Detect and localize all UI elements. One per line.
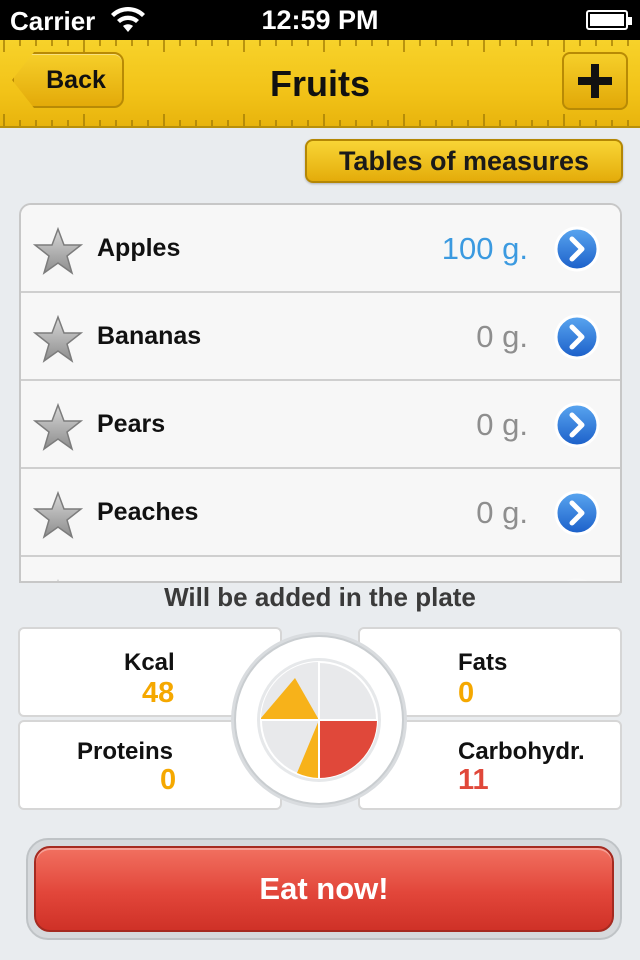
- item-name: Peaches: [97, 498, 199, 526]
- chevron-right-icon[interactable]: [554, 490, 600, 536]
- kcal-value: 48: [142, 677, 175, 709]
- status-bar: Carrier 12:59 PM: [0, 0, 640, 40]
- chevron-right-icon[interactable]: [554, 314, 600, 360]
- eat-now-button[interactable]: Eat now!: [34, 846, 614, 932]
- list-item[interactable]: Apples 100 g.: [21, 205, 620, 293]
- list-item-partial[interactable]: [21, 557, 620, 581]
- summary-title: Will be added in the plate: [164, 582, 476, 612]
- star-icon[interactable]: [33, 491, 83, 539]
- fruit-list: Apples 100 g. Bananas 0 g. Pears 0 g. Pe…: [19, 203, 622, 583]
- back-button[interactable]: Back: [12, 52, 124, 108]
- star-icon[interactable]: [33, 227, 83, 275]
- plate-chart: [231, 632, 407, 808]
- carbs-value: 11: [458, 764, 489, 796]
- battery-icon: [586, 10, 632, 30]
- item-amount: 0 g.: [476, 407, 528, 442]
- fats-label: Fats: [458, 649, 508, 676]
- proteins-value: 0: [160, 764, 177, 796]
- ruler-bottom-decoration: [3, 114, 629, 126]
- item-name: Bananas: [97, 322, 202, 350]
- carbs-label: Carbohydr.: [458, 738, 585, 765]
- tables-of-measures-button[interactable]: Tables of measures: [305, 139, 623, 183]
- list-item[interactable]: Bananas 0 g.: [21, 293, 620, 381]
- item-amount: 0 g.: [476, 495, 528, 530]
- item-name: Pears: [97, 410, 166, 438]
- clock: 12:59 PM: [261, 5, 379, 35]
- item-amount: 0 g.: [476, 319, 528, 354]
- nav-bar: Back Fruits: [0, 40, 640, 128]
- proteins-label: Proteins: [77, 738, 174, 765]
- kcal-label: Kcal: [124, 649, 175, 676]
- star-icon[interactable]: [33, 403, 83, 451]
- list-item[interactable]: Peaches 0 g.: [21, 469, 620, 557]
- item-name: Apples: [97, 234, 181, 262]
- fats-value: 0: [458, 677, 475, 709]
- star-icon[interactable]: [33, 315, 83, 363]
- back-button-label: Back: [46, 65, 106, 94]
- ruler-top-decoration: [3, 40, 629, 52]
- add-button[interactable]: [562, 52, 628, 110]
- chevron-right-icon[interactable]: [554, 226, 600, 272]
- item-amount: 100 g.: [441, 231, 528, 266]
- plus-icon: [578, 64, 612, 98]
- list-item[interactable]: Pears 0 g.: [21, 381, 620, 469]
- chevron-right-icon[interactable]: [554, 402, 600, 448]
